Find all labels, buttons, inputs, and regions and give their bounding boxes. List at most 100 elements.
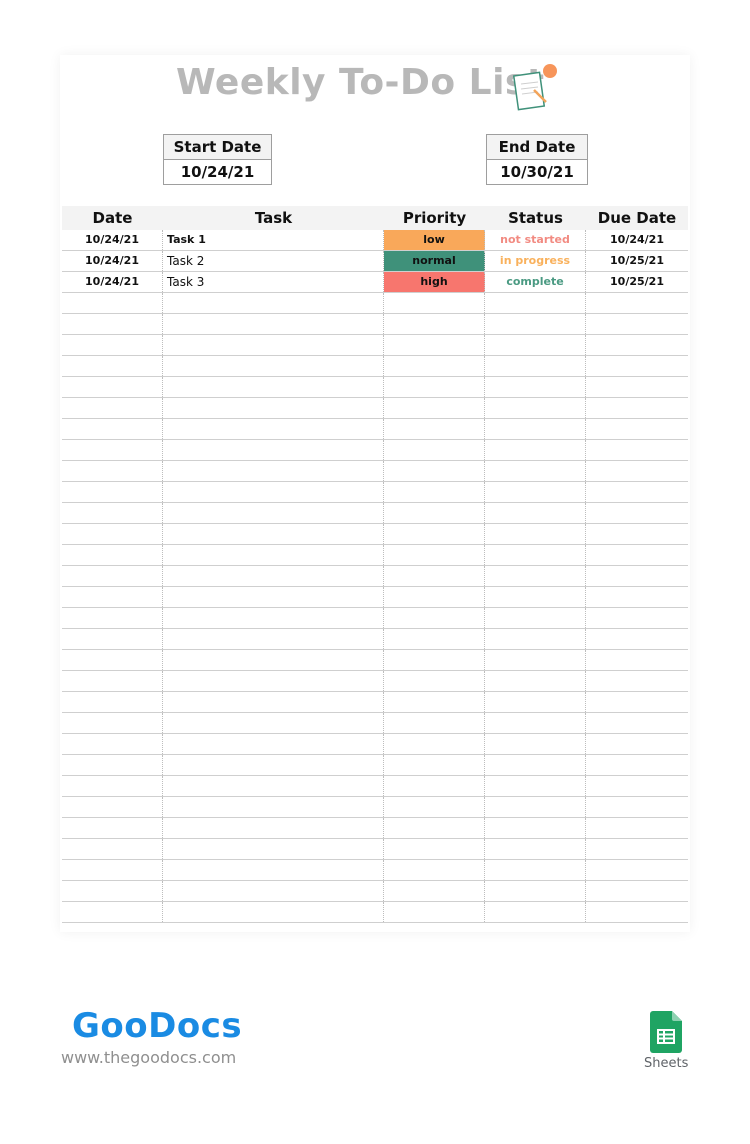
empty-cell[interactable] bbox=[485, 440, 586, 460]
empty-cell[interactable] bbox=[485, 797, 586, 817]
empty-cell[interactable] bbox=[62, 818, 163, 838]
empty-cell[interactable] bbox=[384, 881, 485, 901]
empty-cell[interactable] bbox=[586, 692, 688, 712]
empty-cell[interactable] bbox=[586, 650, 688, 670]
empty-cell[interactable] bbox=[586, 377, 688, 397]
row-date[interactable]: 10/24/21 bbox=[62, 272, 163, 292]
empty-cell[interactable] bbox=[485, 902, 586, 922]
empty-cell[interactable] bbox=[485, 377, 586, 397]
empty-cell[interactable] bbox=[163, 860, 384, 880]
empty-cell[interactable] bbox=[586, 293, 688, 313]
empty-cell[interactable] bbox=[485, 776, 586, 796]
empty-cell[interactable] bbox=[485, 692, 586, 712]
empty-cell[interactable] bbox=[62, 629, 163, 649]
empty-cell[interactable] bbox=[62, 524, 163, 544]
empty-cell[interactable] bbox=[384, 692, 485, 712]
empty-cell[interactable] bbox=[62, 692, 163, 712]
empty-cell[interactable] bbox=[485, 881, 586, 901]
empty-cell[interactable] bbox=[384, 524, 485, 544]
empty-cell[interactable] bbox=[163, 293, 384, 313]
empty-cell[interactable] bbox=[485, 608, 586, 628]
empty-cell[interactable] bbox=[384, 335, 485, 355]
empty-cell[interactable] bbox=[485, 314, 586, 334]
empty-cell[interactable] bbox=[384, 398, 485, 418]
empty-cell[interactable] bbox=[586, 503, 688, 523]
empty-cell[interactable] bbox=[62, 356, 163, 376]
row-priority[interactable]: low bbox=[384, 230, 485, 250]
empty-cell[interactable] bbox=[384, 755, 485, 775]
empty-cell[interactable] bbox=[384, 776, 485, 796]
end-date-value[interactable]: 10/30/21 bbox=[487, 160, 587, 184]
empty-cell[interactable] bbox=[62, 440, 163, 460]
empty-cell[interactable] bbox=[384, 545, 485, 565]
empty-cell[interactable] bbox=[384, 860, 485, 880]
empty-cell[interactable] bbox=[384, 356, 485, 376]
empty-cell[interactable] bbox=[485, 650, 586, 670]
empty-cell[interactable] bbox=[163, 734, 384, 754]
empty-cell[interactable] bbox=[163, 356, 384, 376]
empty-cell[interactable] bbox=[384, 587, 485, 607]
empty-cell[interactable] bbox=[384, 503, 485, 523]
empty-cell[interactable] bbox=[586, 839, 688, 859]
empty-cell[interactable] bbox=[163, 377, 384, 397]
empty-cell[interactable] bbox=[62, 398, 163, 418]
row-priority[interactable]: normal bbox=[384, 251, 485, 271]
row-task[interactable]: Task 2 bbox=[163, 251, 384, 271]
empty-cell[interactable] bbox=[384, 629, 485, 649]
empty-cell[interactable] bbox=[163, 797, 384, 817]
empty-cell[interactable] bbox=[586, 524, 688, 544]
empty-cell[interactable] bbox=[485, 335, 586, 355]
row-task[interactable]: Task 3 bbox=[163, 272, 384, 292]
empty-cell[interactable] bbox=[62, 377, 163, 397]
empty-cell[interactable] bbox=[62, 755, 163, 775]
empty-cell[interactable] bbox=[163, 398, 384, 418]
empty-cell[interactable] bbox=[586, 881, 688, 901]
empty-cell[interactable] bbox=[586, 314, 688, 334]
empty-cell[interactable] bbox=[384, 839, 485, 859]
empty-cell[interactable] bbox=[586, 713, 688, 733]
empty-cell[interactable] bbox=[586, 629, 688, 649]
empty-cell[interactable] bbox=[586, 902, 688, 922]
empty-cell[interactable] bbox=[62, 881, 163, 901]
empty-cell[interactable] bbox=[586, 734, 688, 754]
empty-cell[interactable] bbox=[62, 671, 163, 691]
empty-cell[interactable] bbox=[163, 608, 384, 628]
empty-cell[interactable] bbox=[62, 734, 163, 754]
empty-cell[interactable] bbox=[62, 587, 163, 607]
empty-cell[interactable] bbox=[586, 818, 688, 838]
row-date[interactable]: 10/24/21 bbox=[62, 230, 163, 250]
empty-cell[interactable] bbox=[163, 776, 384, 796]
empty-cell[interactable] bbox=[163, 314, 384, 334]
empty-cell[interactable] bbox=[485, 419, 586, 439]
empty-cell[interactable] bbox=[384, 650, 485, 670]
empty-cell[interactable] bbox=[384, 566, 485, 586]
empty-cell[interactable] bbox=[163, 902, 384, 922]
empty-cell[interactable] bbox=[163, 419, 384, 439]
empty-cell[interactable] bbox=[384, 713, 485, 733]
empty-cell[interactable] bbox=[485, 734, 586, 754]
website-url[interactable]: www.thegoodocs.com bbox=[61, 1048, 236, 1067]
empty-cell[interactable] bbox=[163, 692, 384, 712]
empty-cell[interactable] bbox=[586, 797, 688, 817]
empty-cell[interactable] bbox=[485, 356, 586, 376]
empty-cell[interactable] bbox=[586, 545, 688, 565]
empty-cell[interactable] bbox=[163, 650, 384, 670]
empty-cell[interactable] bbox=[485, 713, 586, 733]
empty-cell[interactable] bbox=[586, 419, 688, 439]
empty-cell[interactable] bbox=[384, 461, 485, 481]
empty-cell[interactable] bbox=[163, 713, 384, 733]
empty-cell[interactable] bbox=[485, 293, 586, 313]
empty-cell[interactable] bbox=[384, 377, 485, 397]
empty-cell[interactable] bbox=[62, 608, 163, 628]
empty-cell[interactable] bbox=[586, 566, 688, 586]
empty-cell[interactable] bbox=[62, 797, 163, 817]
start-date-value[interactable]: 10/24/21 bbox=[164, 160, 271, 184]
empty-cell[interactable] bbox=[62, 860, 163, 880]
empty-cell[interactable] bbox=[586, 587, 688, 607]
empty-cell[interactable] bbox=[485, 566, 586, 586]
empty-cell[interactable] bbox=[163, 524, 384, 544]
empty-cell[interactable] bbox=[163, 839, 384, 859]
empty-cell[interactable] bbox=[163, 440, 384, 460]
empty-cell[interactable] bbox=[384, 440, 485, 460]
empty-cell[interactable] bbox=[485, 545, 586, 565]
